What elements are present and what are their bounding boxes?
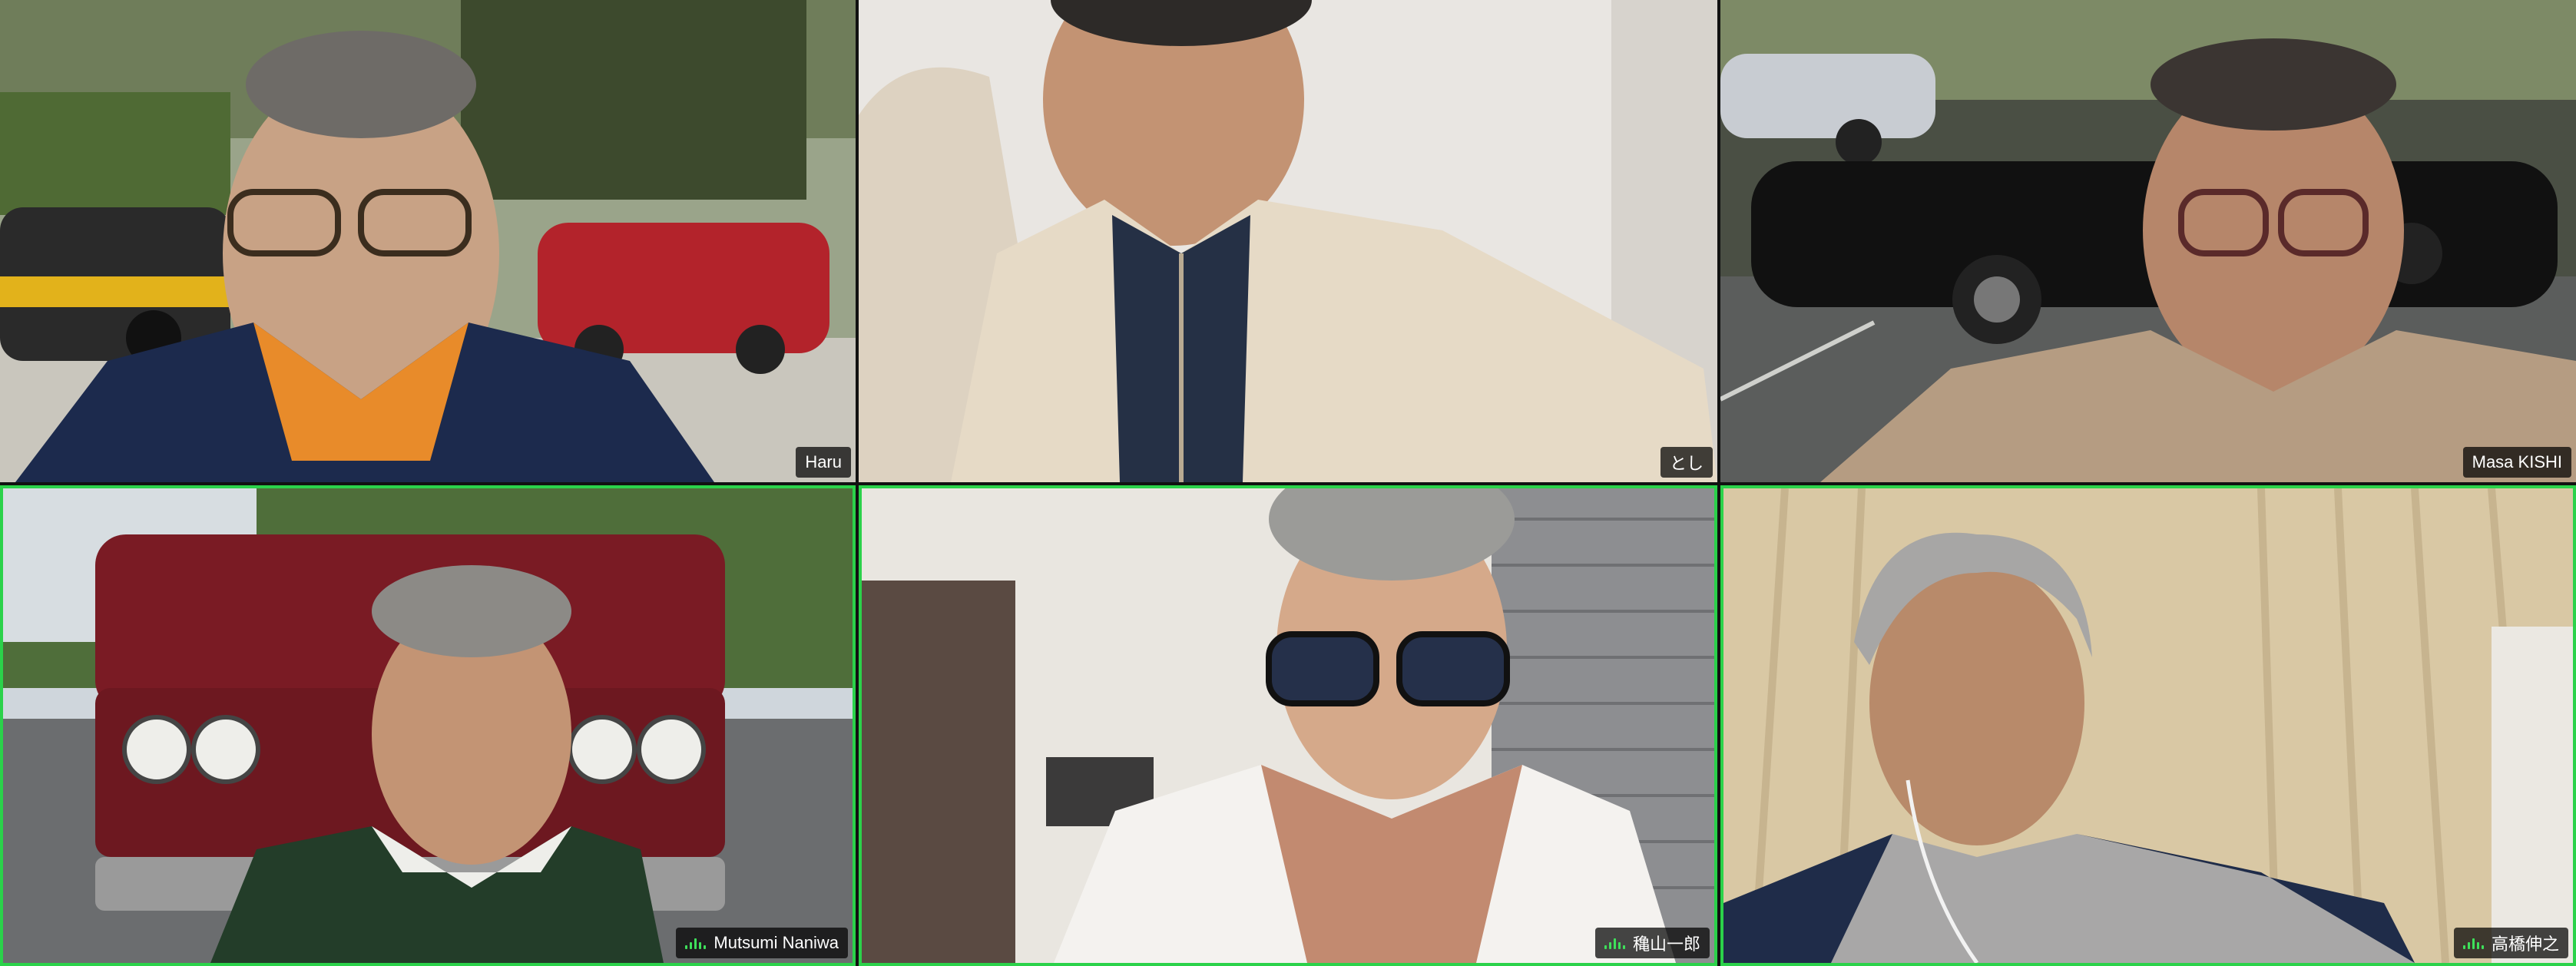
participant-video	[862, 488, 1714, 963]
video-tile-akiyama-ichiro[interactable]: 穐山一郎	[859, 485, 1717, 966]
participant-name-tag: 穐山一郎	[1594, 928, 1710, 958]
participant-video	[0, 0, 856, 482]
participant-name: とし	[1669, 454, 1704, 473]
video-tile-mutsumi-naniwa[interactable]: Mutsumi Naniwa	[0, 485, 856, 966]
participant-video	[859, 0, 1717, 482]
video-gallery-grid: Haru とし Masa KISHI Mutsumi Naniwa 穐山一郎 高…	[0, 0, 2576, 966]
participant-name: Haru	[805, 452, 842, 471]
participant-name: 穐山一郎	[1632, 935, 1700, 954]
participant-name-tag: Haru	[796, 447, 851, 478]
participant-name-tag: Masa KISHI	[2462, 447, 2571, 478]
participant-video	[1723, 488, 2573, 963]
participant-video	[1720, 0, 2576, 482]
audio-level-icon	[685, 937, 707, 949]
participant-video	[3, 488, 853, 963]
audio-level-icon	[1604, 937, 1625, 949]
participant-name: Mutsumi Naniwa	[714, 933, 839, 952]
video-tile-toshi[interactable]: とし	[859, 0, 1717, 482]
video-tile-haru[interactable]: Haru	[0, 0, 856, 482]
participant-name-tag: 高橋伸之	[2453, 928, 2568, 958]
participant-name: Masa KISHI	[2472, 452, 2562, 471]
audio-level-icon	[2462, 937, 2484, 949]
participant-name-tag: とし	[1660, 447, 1713, 478]
participant-name: 高橋伸之	[2491, 935, 2559, 954]
participant-name-tag: Mutsumi Naniwa	[676, 928, 848, 958]
video-tile-takahashi-nobuyuki[interactable]: 高橋伸之	[1720, 485, 2576, 966]
video-tile-masa-kishi[interactable]: Masa KISHI	[1720, 0, 2576, 482]
